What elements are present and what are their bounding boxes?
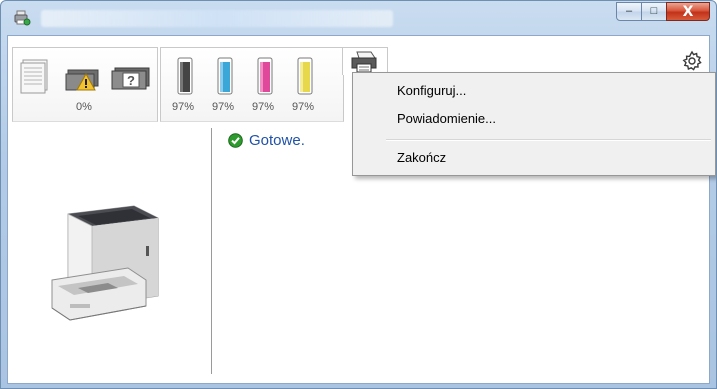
close-button[interactable]: X	[666, 2, 710, 21]
toner-magenta-icon	[257, 57, 273, 95]
printer-tray-icon	[351, 51, 377, 73]
gear-icon[interactable]	[681, 50, 703, 72]
toner-cyan-percent: 97%	[211, 101, 235, 113]
minimize-button[interactable]: –	[616, 2, 642, 21]
toner-magenta-button[interactable]	[247, 56, 281, 103]
toner-yellow-button[interactable]	[287, 56, 321, 103]
paper-stack-icon	[20, 59, 48, 94]
question-box-icon: ?	[111, 67, 150, 90]
minimize-icon: –	[625, 5, 633, 17]
toner-yellow-percent: 97%	[291, 101, 315, 113]
app-window: – □ X 0% ? 97% 97% 97% 97% Gotowe. Konfi…	[0, 0, 717, 389]
title-bar[interactable]: – □ X	[1, 1, 716, 35]
printer-image	[48, 196, 168, 331]
toner-black-percent: 97%	[171, 101, 195, 113]
check-circle-icon	[228, 133, 243, 148]
waste-toner-percent: 0%	[76, 101, 92, 113]
status-text: Gotowe.	[249, 132, 305, 149]
toolbar-group-status: 0% ?	[12, 47, 158, 122]
maximize-icon: □	[650, 5, 658, 17]
window-title-blurred	[41, 10, 393, 27]
caption-buttons: – □ X	[616, 2, 710, 22]
waste-toner-button[interactable]	[64, 56, 104, 101]
paper-stack-button[interactable]	[16, 56, 54, 101]
menu-item-configure[interactable]: Konfiguruj...	[397, 83, 466, 98]
toner-black-icon	[177, 57, 193, 95]
printer-app-icon	[14, 10, 31, 26]
menu-item-notifications[interactable]: Powiadomienie...	[397, 111, 496, 126]
toner-magenta-percent: 97%	[251, 101, 275, 113]
svg-text:?: ?	[127, 73, 135, 88]
toner-cyan-icon	[217, 57, 233, 95]
menu-item-exit[interactable]: Zakończ	[397, 150, 446, 165]
toner-cyan-button[interactable]	[207, 56, 241, 103]
toolbar-group-toners: 97% 97% 97% 97%	[160, 47, 344, 122]
toner-warning-icon	[65, 69, 99, 91]
panel-divider	[211, 128, 212, 374]
close-icon: X	[682, 3, 694, 20]
toner-black-button[interactable]	[167, 56, 201, 103]
printer-illustration	[51, 205, 159, 321]
printer-status: Gotowe.	[228, 132, 305, 149]
toolbar-group-tray	[342, 47, 388, 75]
toner-yellow-icon	[297, 57, 313, 95]
maximize-button[interactable]: □	[641, 2, 667, 21]
menu-separator	[386, 139, 711, 141]
unknown-status-button[interactable]: ?	[109, 56, 153, 101]
context-menu: Konfiguruj... Powiadomienie... Zakończ	[352, 72, 716, 176]
